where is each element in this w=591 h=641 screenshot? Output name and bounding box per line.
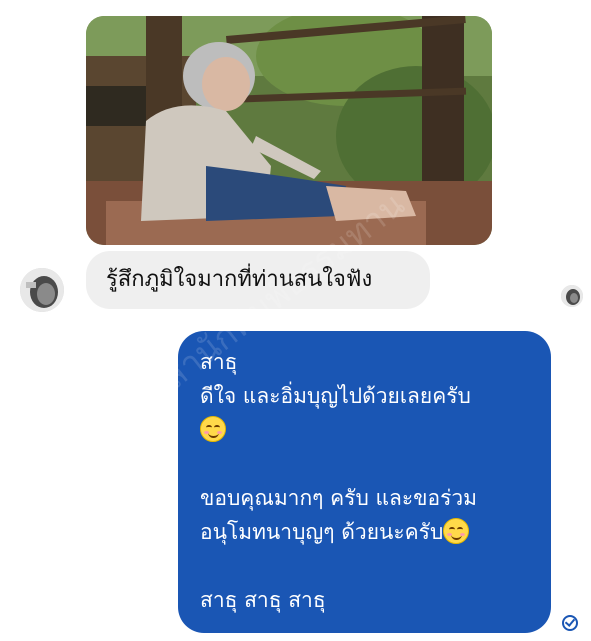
sent-line-6: สาธุ สาธุ สาธุ bbox=[200, 588, 326, 612]
sent-message-bubble[interactable]: สาธุ ดีใจ และอิ่มบุญไปด้วยเลยครับ ขอบคุณ… bbox=[178, 331, 551, 633]
avatar-photo-icon bbox=[561, 285, 583, 307]
avatar-photo-icon bbox=[20, 268, 64, 312]
read-receipt-avatar bbox=[561, 285, 583, 307]
sent-line-5: อนุโมทนาบุญๆ ด้วยนะครับ bbox=[200, 515, 533, 549]
photo-image bbox=[86, 16, 492, 245]
received-message-bubble[interactable]: รู้สึกภูมิใจมากที่ท่านสนใจฟัง bbox=[86, 251, 430, 309]
contact-avatar[interactable] bbox=[20, 268, 64, 312]
sent-line-3 bbox=[200, 413, 533, 447]
sent-line-2: ดีใจ และอิ่มบุญไปด้วยเลยครับ bbox=[200, 384, 471, 408]
sent-line-4: ขอบคุณมากๆ ครับ และขอร่วม bbox=[200, 486, 478, 510]
smiling-face-emoji-icon bbox=[443, 518, 470, 544]
received-message-text: รู้สึกภูมิใจมากที่ท่านสนใจฟัง bbox=[106, 267, 373, 292]
shared-photo[interactable] bbox=[86, 16, 492, 245]
check-circle-icon bbox=[562, 615, 578, 631]
sent-line-1: สาธุ bbox=[200, 350, 238, 374]
sent-line-5-text: อนุโมทนาบุญๆ ด้วยนะครับ bbox=[200, 520, 444, 544]
smiling-face-emoji-icon bbox=[200, 416, 226, 442]
